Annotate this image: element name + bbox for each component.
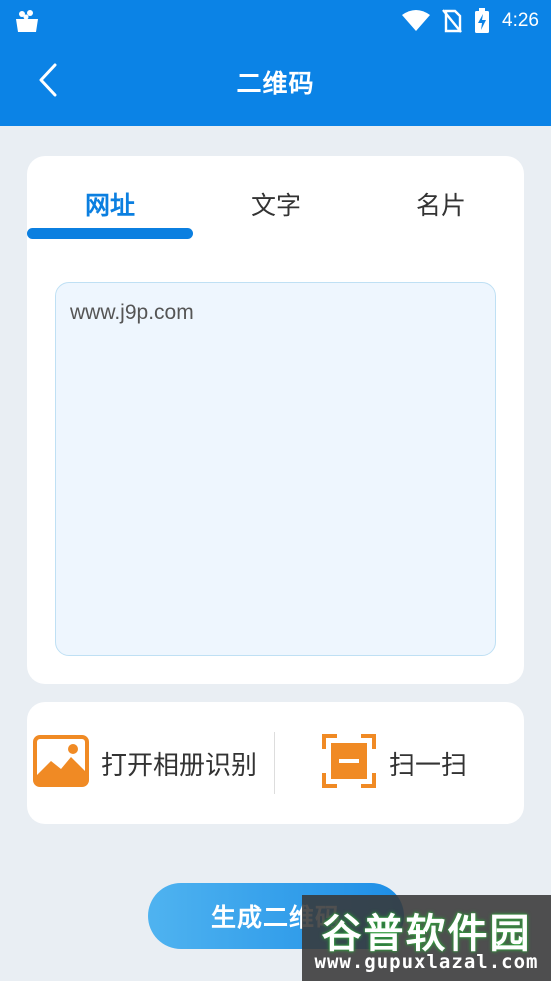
watermark-url: www.gupuxlazal.com xyxy=(314,951,539,973)
tab-text[interactable]: 文字 xyxy=(193,186,359,226)
url-input[interactable] xyxy=(55,282,496,656)
input-card: 网址 文字 名片 xyxy=(27,156,524,684)
battery-charging-icon xyxy=(474,8,490,34)
app-notification-icon xyxy=(14,9,40,33)
actions-card: 打开相册识别 扫一扫 xyxy=(27,702,524,824)
page-title: 二维码 xyxy=(236,69,315,98)
scan-label: 扫一扫 xyxy=(389,750,468,781)
scan-icon xyxy=(321,733,377,793)
status-icons: 4:26 xyxy=(402,6,539,36)
status-bar: 4:26 xyxy=(0,0,551,42)
no-sim-icon xyxy=(442,9,462,33)
actions-divider xyxy=(274,732,275,794)
open-album-label: 打开相册识别 xyxy=(101,750,258,781)
app-bar: 二维码 xyxy=(0,42,551,126)
tab-business-card[interactable]: 名片 xyxy=(358,186,524,226)
tab-url[interactable]: 网址 xyxy=(27,186,193,226)
active-tab-indicator xyxy=(27,228,193,239)
wifi-icon xyxy=(402,10,431,32)
image-icon xyxy=(33,735,89,791)
open-album-button[interactable]: 打开相册识别 xyxy=(33,732,269,794)
watermark: 谷普软件园 www.gupuxlazal.com xyxy=(302,895,551,981)
scan-button[interactable]: 扫一扫 xyxy=(321,732,501,794)
top-bar: 4:26 二维码 xyxy=(0,0,551,126)
status-time: 4:26 xyxy=(502,10,539,31)
